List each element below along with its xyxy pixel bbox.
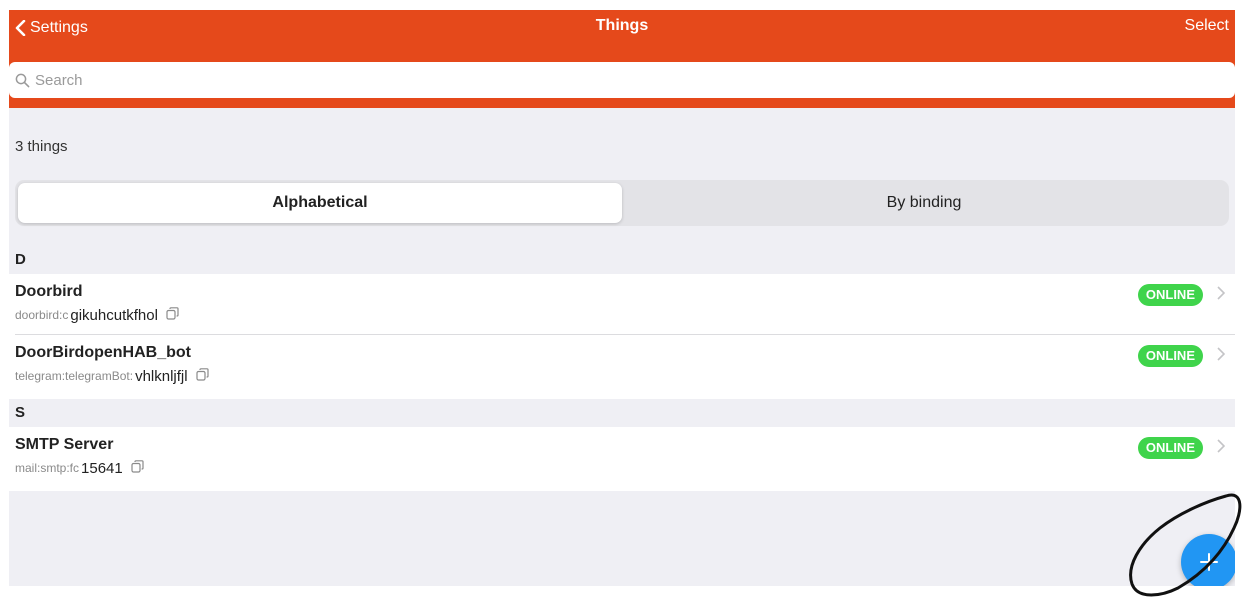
status-badge: ONLINE [1137, 437, 1203, 459]
chevron-right-icon [1217, 439, 1225, 453]
status-badge: ONLINE [1137, 284, 1203, 306]
search-bar[interactable] [9, 62, 1235, 98]
status-badge: ONLINE [1137, 345, 1203, 367]
item-uid-prefix: telegram:telegramBot: [15, 369, 134, 383]
plus-icon [1200, 553, 1218, 571]
section-header-s: S [9, 399, 1235, 427]
navbar: Settings Things Select [9, 10, 1235, 108]
list-item-doorbird[interactable]: Doorbird doorbird:c gikuhcutkfhol ONLINE [9, 274, 1235, 335]
things-count: 3 things [15, 138, 68, 155]
item-subtitle: mail:smtp:fc 15641 [15, 459, 144, 477]
item-uid-visible: gikuhcutkfhol [68, 306, 160, 324]
copy-icon[interactable] [131, 460, 144, 476]
sort-segmented-control: Alphabetical By binding [15, 180, 1229, 226]
select-button[interactable]: Select [1185, 17, 1229, 35]
item-subtitle: doorbird:c gikuhcutkfhol [15, 306, 179, 324]
segment-alphabetical[interactable]: Alphabetical [18, 183, 622, 223]
item-title: DoorBirdopenHAB_bot [15, 344, 191, 361]
back-label: Settings [30, 19, 88, 36]
back-button[interactable]: Settings [15, 17, 88, 39]
item-title: SMTP Server [15, 436, 114, 453]
copy-icon[interactable] [195, 368, 209, 384]
item-uid-prefix: mail:smtp:fc [15, 461, 80, 475]
search-icon [15, 73, 30, 87]
item-title: Doorbird [15, 283, 83, 300]
copy-icon[interactable] [166, 307, 179, 323]
page-title: Things [595, 17, 649, 34]
chevron-right-icon [1217, 347, 1225, 361]
segment-by-binding[interactable]: By binding [622, 183, 1226, 223]
item-uid-visible: 15641 [79, 459, 125, 477]
item-subtitle: telegram:telegramBot: vhlknljfjl [15, 367, 209, 385]
chevron-left-icon [15, 20, 26, 36]
item-uid-visible: vhlknljfjl [133, 367, 190, 385]
chevron-right-icon [1217, 286, 1225, 300]
list-item-doorbird-openhab-bot[interactable]: DoorBirdopenHAB_bot telegram:telegramBot… [9, 335, 1235, 399]
add-thing-button[interactable] [1181, 534, 1235, 586]
section-header-d: D [9, 246, 1235, 274]
item-uid-prefix: doorbird:c [15, 308, 69, 322]
things-screen: Settings Things Select 3 things Alphabet… [9, 10, 1235, 586]
search-input[interactable] [35, 71, 1185, 89]
list-item-smtp-server[interactable]: SMTP Server mail:smtp:fc 15641 ONLINE [9, 427, 1235, 491]
